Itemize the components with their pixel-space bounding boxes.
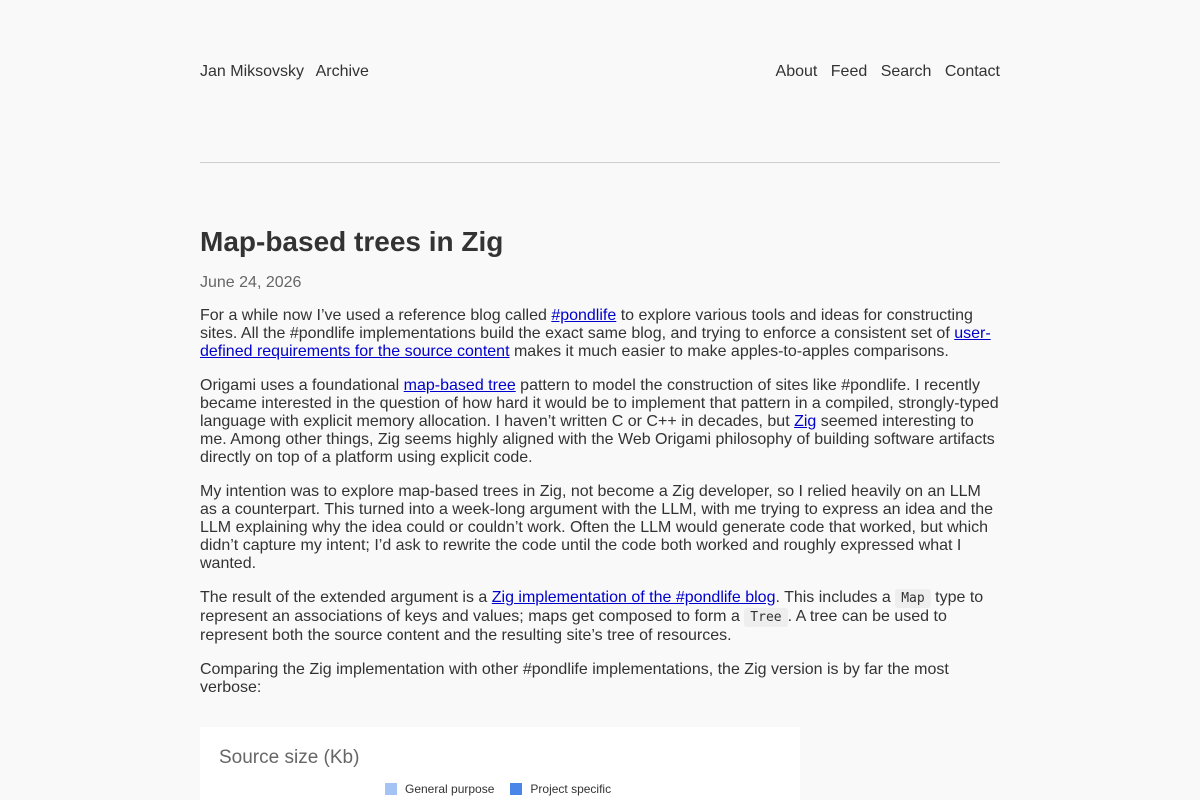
chart-title: Source size (Kb) — [219, 747, 360, 768]
source-size-chart: Source size (Kb) General purpose Project… — [200, 727, 800, 800]
post-article: Map-based trees in Zig June 24, 2026 For… — [200, 224, 1000, 697]
legend-swatch-project — [510, 783, 523, 795]
chart-legend: General purpose Project specific — [385, 782, 627, 796]
paragraph-text: . This includes a — [775, 589, 896, 606]
page: Jan Miksovsky Archive About Feed Search … — [0, 0, 1200, 800]
nav-right: About Feed Search Contact — [767, 63, 1000, 81]
legend-swatch-general — [385, 783, 397, 795]
nav-link-contact[interactable]: Contact — [945, 63, 1000, 80]
code-map: Map — [895, 589, 931, 608]
link-zig[interactable]: Zig — [794, 413, 816, 430]
link-map-based-tree[interactable]: map-based tree — [404, 377, 516, 394]
link-zig-implementation[interactable]: Zig implementation of the #pondlife blog — [492, 589, 776, 606]
legend-item-general: General purpose — [385, 782, 494, 796]
nav-left: Jan Miksovsky Archive — [200, 63, 369, 81]
post-title: Map-based trees in Zig — [200, 226, 504, 257]
paragraph-3: My intention was to explore map-based tr… — [200, 483, 994, 572]
paragraph-1: For a while now I’ve used a reference bl… — [200, 307, 1000, 361]
nav-link-feed[interactable]: Feed — [831, 63, 867, 80]
paragraph-text: Origami uses a foundational — [200, 377, 404, 394]
paragraph-5: Comparing the Zig implementation with ot… — [200, 661, 949, 696]
paragraph-text: makes it much easier to make apples-to-a… — [509, 343, 949, 360]
link-pondlife[interactable]: #pondlife — [551, 307, 616, 324]
site-nav: Jan Miksovsky Archive About Feed Search … — [200, 63, 1000, 81]
header-divider — [200, 162, 1000, 163]
post-date: June 24, 2026 — [200, 274, 302, 291]
nav-link-archive[interactable]: Archive — [316, 63, 369, 80]
legend-item-project: Project specific — [510, 782, 611, 796]
nav-link-about[interactable]: About — [776, 63, 818, 80]
paragraph-2: Origami uses a foundational map-based tr… — [200, 377, 1000, 467]
paragraph-4: The result of the extended argument is a… — [200, 589, 1000, 645]
paragraph-text: The result of the extended argument is a — [200, 589, 492, 606]
legend-label-project: Project specific — [530, 782, 612, 796]
legend-label-general: General purpose — [405, 782, 495, 796]
paragraph-text: For a while now I’ve used a reference bl… — [200, 307, 552, 324]
nav-link-search[interactable]: Search — [881, 63, 932, 80]
nav-link-home[interactable]: Jan Miksovsky — [200, 63, 304, 80]
code-tree: Tree — [744, 608, 788, 627]
